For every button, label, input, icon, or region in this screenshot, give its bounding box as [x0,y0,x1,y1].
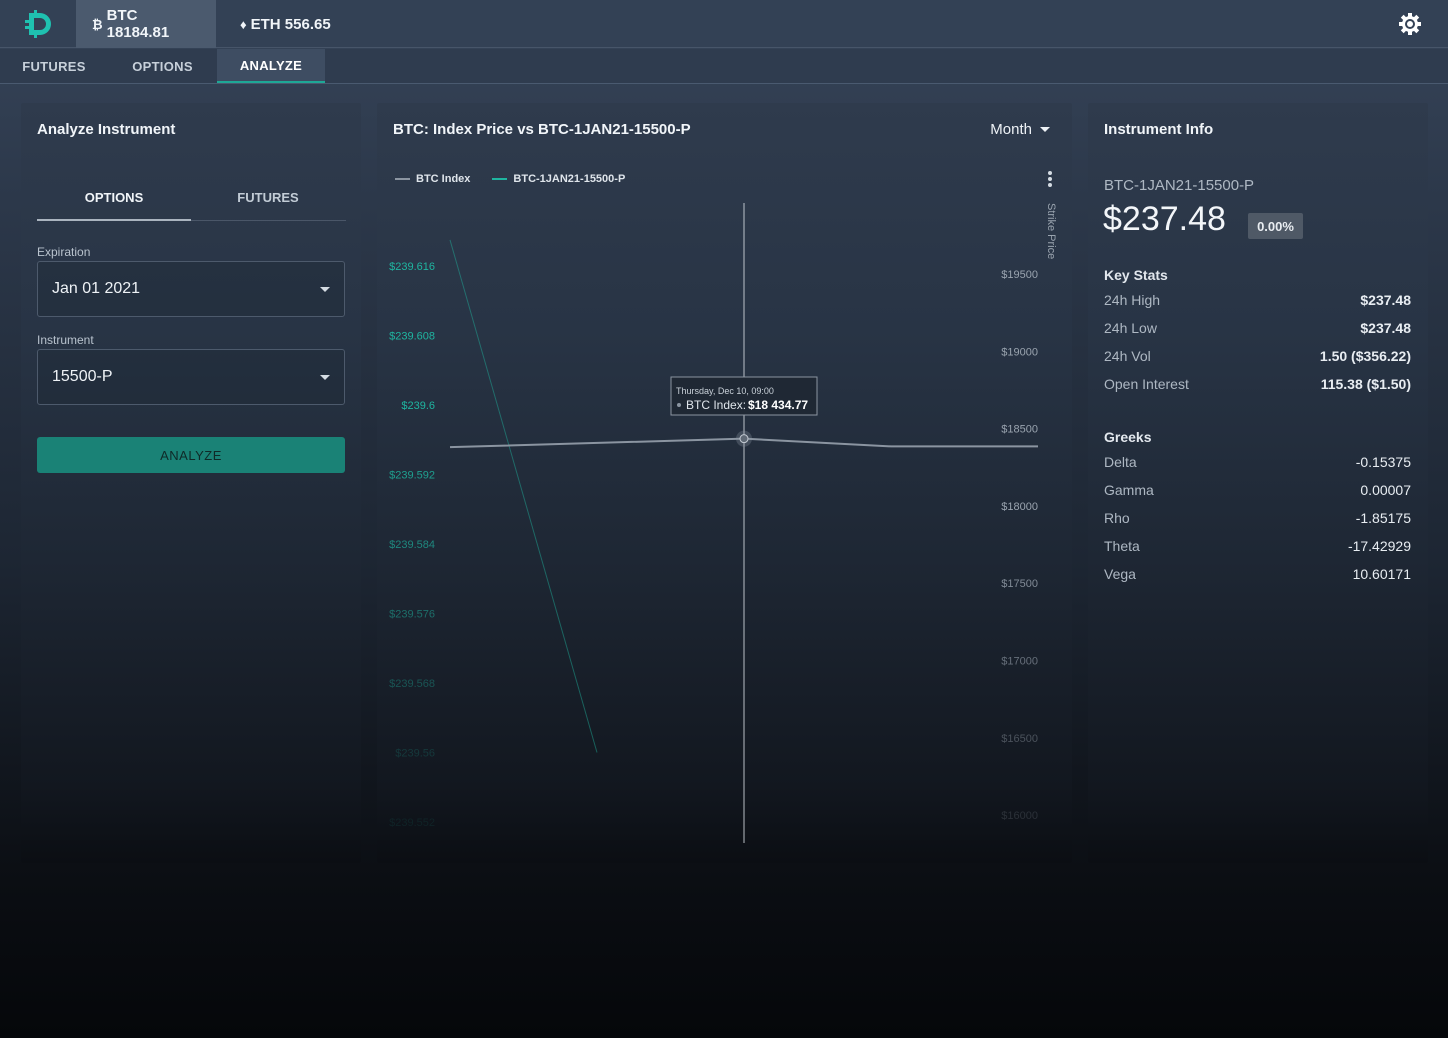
greek-value: -0.15375 [1355,454,1411,470]
subtab-options[interactable]: OPTIONS [37,175,191,221]
ethereum-icon: ♦ [240,16,247,32]
analyze-instrument-panel: Analyze Instrument OPTIONS FUTURES Expir… [21,103,361,863]
tab-analyze[interactable]: ANALYZE [217,49,325,83]
left-axis-tick-label: $239.576 [389,609,435,621]
settings-gear-icon[interactable] [1398,12,1422,36]
btc-ticker-label: BTC 18184.81 [106,7,170,41]
instrument-price: $237.48 [1103,200,1226,238]
main-nav: FUTURES OPTIONS ANALYZE [0,49,1448,84]
left-axis-tick-label: $239.616 [389,261,435,273]
tooltip-marker [677,403,681,407]
stat-value: $237.48 [1360,320,1411,336]
left-axis-tick-label: $239.552 [389,817,435,829]
stat-value: $237.48 [1360,292,1411,308]
right-axis-ticks: $19500 $19000 $18500 $18000 $17500 $17000 $165… [1001,269,1038,822]
right-axis-tick-label: $18500 [1001,424,1038,436]
right-axis-tick-label: $16000 [1001,810,1038,822]
greeks-heading: Greeks [1104,429,1152,445]
left-axis-tick-label: $239.6 [401,400,435,412]
greek-label: Vega [1104,566,1136,582]
greek-row: Theta -17.42929 [1104,538,1411,560]
right-axis-tick-label: $19500 [1001,269,1038,281]
stat-row: Open Interest 115.38 ($1.50) [1104,376,1411,398]
stat-label: 24h Vol [1104,348,1151,364]
chevron-down-icon [320,287,330,292]
left-axis-tick-label: $239.568 [389,678,435,690]
series-line-option [449,239,598,753]
analyze-panel-title: Analyze Instrument [37,121,176,138]
plot-area [449,203,1038,843]
analyze-button[interactable]: ANALYZE [37,437,345,473]
right-axis-tick-label: $18000 [1001,501,1038,513]
instrument-select[interactable]: 15500-P [37,349,345,405]
greek-row: Rho -1.85175 [1104,510,1411,532]
greek-row: Delta -0.15375 [1104,454,1411,476]
instrument-label: Instrument [37,333,94,347]
stat-value: 115.38 ($1.50) [1320,376,1411,392]
app-logo-icon[interactable] [22,8,54,40]
subtab-futures[interactable]: FUTURES [191,175,345,219]
greek-label: Delta [1104,454,1137,470]
tooltip-value: $18 434.77 [748,398,808,412]
instrument-name: BTC-1JAN21-15500-P [1104,177,1255,194]
eth-ticker[interactable]: ♦ ETH 556.65 [224,0,347,48]
greek-label: Theta [1104,538,1140,554]
right-axis-tick-label: $16500 [1001,733,1038,745]
left-axis-ticks: $239.616 $239.608 $239.6 $239.592 $239.584 $2… [389,261,435,829]
greek-value: -17.42929 [1347,538,1411,554]
left-axis-tick-label: $239.584 [389,539,435,551]
tab-futures[interactable]: FUTURES [0,49,108,83]
chart-panel: BTC: Index Price vs BTC-1JAN21-15500-P M… [377,103,1072,863]
greek-row: Gamma 0.00007 [1104,482,1411,504]
expiration-label: Expiration [37,245,91,259]
greek-row: Vega 10.60171 [1104,566,1411,588]
tooltip-series: BTC Index: [686,398,746,412]
instrument-type-tabs: OPTIONS FUTURES [37,175,346,221]
instrument-info-panel: Instrument Info BTC-1JAN21-15500-P $237.… [1088,103,1428,863]
greek-value: 10.60171 [1352,566,1411,582]
chart-tooltip: Thursday, Dec 10, 09:00 BTC Index: $18 4… [670,376,818,416]
right-axis-tick-label: $17000 [1001,656,1038,668]
stat-label: 24h High [1104,292,1161,308]
btc-ticker[interactable]: ₿ BTC 18184.81 [76,0,216,48]
tab-options[interactable]: OPTIONS [108,49,217,83]
stat-label: Open Interest [1104,376,1189,392]
instrument-info-title: Instrument Info [1104,121,1214,138]
chevron-down-icon [320,375,330,380]
price-chart[interactable]: Strike Price $239.616$239.608$239.6$239.… [377,103,1072,863]
bitcoin-icon: ₿ [92,16,103,32]
eth-ticker-label: ETH 556.65 [250,15,331,33]
top-bar: ₿ BTC 18184.81 ♦ ETH 556.65 [0,0,1448,48]
instrument-value: 15500-P [52,368,113,385]
stat-label: 24h Low [1104,320,1157,336]
hover-point [739,434,749,444]
greek-label: Gamma [1104,482,1154,498]
greek-value: -1.85175 [1355,510,1411,526]
right-axis-title: Strike Price [1045,203,1057,259]
right-axis-tick-label: $17500 [1001,578,1038,590]
left-axis-tick-label: $239.592 [389,470,435,482]
stat-row: 24h Vol 1.50 ($356.22) [1104,348,1411,370]
stat-value: 1.50 ($356.22) [1319,348,1411,364]
stat-row: 24h High $237.48 [1104,292,1411,314]
left-axis-tick-label: $239.608 [389,331,435,343]
tooltip-date: Thursday, Dec 10, 09:00 [676,386,774,396]
greek-label: Rho [1104,510,1130,526]
key-stats-heading: Key Stats [1104,267,1168,283]
right-axis-tick-label: $19000 [1001,346,1038,358]
expiration-value: Jan 01 2021 [52,280,141,297]
left-axis-tick-label: $239.56 [395,748,435,760]
greek-value: 0.00007 [1360,482,1411,498]
stat-row: 24h Low $237.48 [1104,320,1411,342]
expiration-select[interactable]: Jan 01 2021 [37,261,345,317]
price-change-badge: 0.00% [1248,213,1303,239]
